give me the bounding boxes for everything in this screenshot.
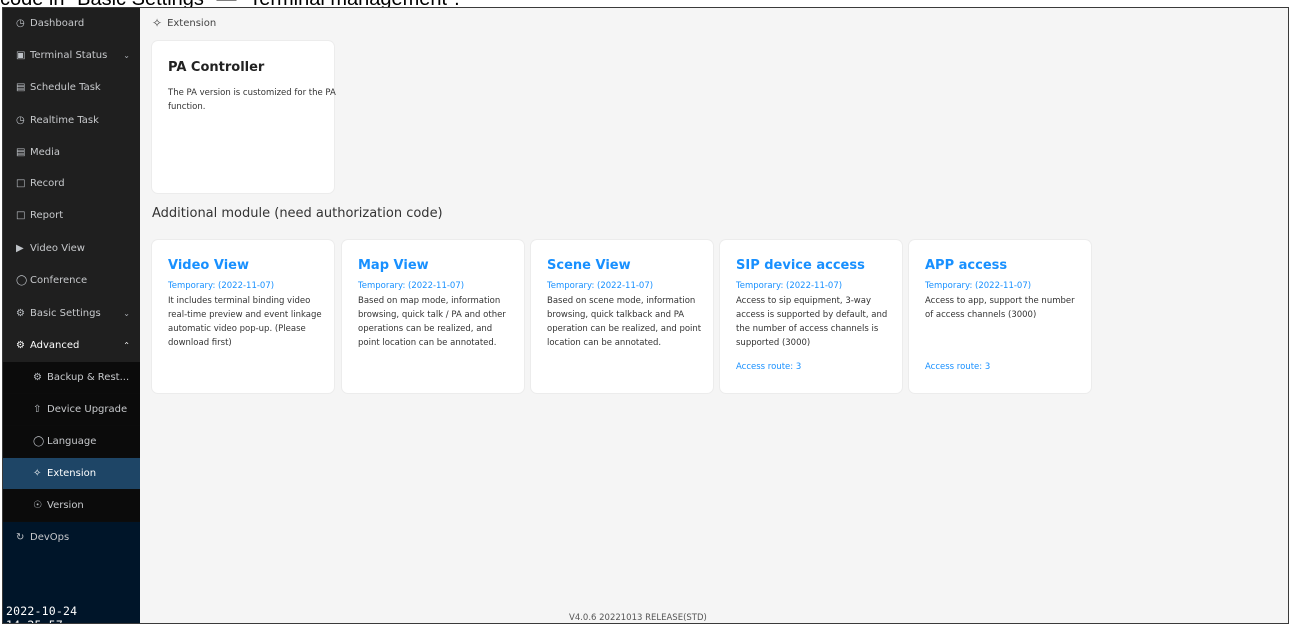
chevron-up-icon: ⌃ (123, 341, 130, 350)
module-expiry: Temporary: (2022-11-07) (547, 281, 654, 291)
breadcrumb: ✧ Extension (152, 16, 216, 30)
video-icon: ▶ (16, 243, 24, 254)
sidebar-item-label: Terminal Status (30, 50, 108, 61)
conference-icon: ◯ (16, 275, 28, 286)
pa-controller-desc: The PA version is customized for the PA … (168, 88, 336, 112)
sidebar-item-terminal-status[interactable]: ▣ Terminal Status ⌄ (3, 40, 140, 71)
sidebar-item-label: Media (30, 147, 61, 158)
module-title: SIP device access (736, 258, 865, 273)
sidebar-item-record[interactable]: □ Record (3, 168, 140, 199)
sidebar-item-label: Extension (47, 468, 97, 479)
report-icon: □ (16, 210, 26, 221)
gear-icon: ⚙ (16, 308, 25, 319)
sidebar-item-conference[interactable]: ◯ Conference (3, 265, 140, 296)
module-card-sip-device-access[interactable]: SIP device access Temporary: (2022-11-07… (720, 240, 902, 393)
sidebar-subitem-backup-restore[interactable]: ⚙ Backup & Rest... (3, 362, 140, 393)
module-expiry: Temporary: (2022-11-07) (168, 281, 275, 291)
module-access-route: Access route: 3 (925, 362, 991, 372)
sidebar-item-label: Realtime Task (30, 115, 99, 126)
sidebar-item-label: Report (30, 210, 64, 221)
sidebar-item-label: Schedule Task (30, 82, 101, 93)
module-desc: Access to app, support the number of acc… (925, 296, 1075, 320)
sidebar-item-label: Video View (30, 243, 85, 254)
module-desc: Based on map mode, information browsing,… (358, 296, 506, 348)
sidebar-item-label: Basic Settings (30, 308, 101, 319)
sidebar-item-video-view[interactable]: ▶ Video View (3, 233, 140, 264)
sidebar-item-label: Conference (30, 275, 88, 286)
media-icon: ▤ (16, 147, 26, 158)
dashboard-icon: ◷ (16, 18, 25, 29)
breadcrumb-label: Extension (167, 17, 217, 29)
globe-icon: ◯ (33, 436, 45, 447)
module-expiry: Temporary: (2022-11-07) (925, 281, 1032, 291)
sidebar-subitem-language[interactable]: ◯ Language (3, 426, 140, 457)
sidebar-item-label: Backup & Rest... (47, 372, 130, 383)
sidebar-item-realtime-task[interactable]: ◷ Realtime Task (3, 105, 140, 136)
version-footer: V4.0.6 20221013 RELEASE(STD) (569, 613, 707, 623)
sidebar-item-label: Language (47, 436, 97, 447)
sidebar: ◷ Dashboard ▣ Terminal Status ⌄ ▤ Schedu… (3, 8, 140, 623)
module-access-route: Access route: 3 (736, 362, 802, 372)
pa-controller-title: PA Controller (168, 60, 265, 75)
pa-controller-card[interactable]: PA Controller The PA version is customiz… (152, 41, 336, 193)
backup-icon: ⚙ (33, 372, 42, 383)
chevron-down-icon: ⌄ (123, 309, 130, 318)
sidebar-subitem-extension[interactable]: ✧ Extension (3, 458, 140, 489)
chevron-down-icon: ⌄ (123, 51, 130, 60)
sidebar-item-devops[interactable]: ↻ DevOps (3, 522, 140, 553)
upgrade-icon: ⇧ (33, 404, 42, 415)
record-icon: □ (16, 178, 26, 189)
module-expiry: Temporary: (2022-11-07) (358, 281, 465, 291)
sidebar-item-media[interactable]: ▤ Media (3, 137, 140, 168)
advanced-icon: ⚙ (16, 340, 25, 351)
module-card-map-view[interactable]: Map View Temporary: (2022-11-07) Based o… (342, 240, 524, 393)
app-window: ◷ Dashboard ▣ Terminal Status ⌄ ▤ Schedu… (2, 7, 1289, 624)
sidebar-item-label: Version (47, 500, 84, 511)
sidebar-item-schedule-task[interactable]: ▤ Schedule Task (3, 72, 140, 103)
clock-icon: ◷ (16, 115, 25, 126)
module-title: APP access (925, 258, 1008, 273)
calendar-icon: ▤ (16, 82, 26, 93)
module-desc: It includes terminal binding video real-… (168, 296, 322, 348)
info-icon: ☉ (33, 500, 42, 511)
devops-icon: ↻ (16, 532, 25, 543)
module-desc: Based on scene mode, information browsin… (547, 296, 702, 348)
module-expiry: Temporary: (2022-11-07) (736, 281, 843, 291)
section-title: Additional module (need authorization co… (152, 206, 443, 221)
sidebar-item-advanced[interactable]: ⚙ Advanced ⌃ (3, 330, 140, 361)
sidebar-item-dashboard[interactable]: ◷ Dashboard (3, 8, 140, 39)
sidebar-subitem-device-upgrade[interactable]: ⇧ Device Upgrade (3, 394, 140, 425)
sidebar-item-basic-settings[interactable]: ⚙ Basic Settings ⌄ (3, 298, 140, 329)
module-title: Map View (358, 258, 429, 273)
sidebar-subitem-version[interactable]: ☉ Version (3, 490, 140, 521)
sidebar-item-label: Record (30, 178, 65, 189)
module-title: Video View (168, 258, 249, 273)
module-card-app-access[interactable]: APP access Temporary: (2022-11-07) Acces… (909, 240, 1091, 393)
puzzle-icon: ✧ (33, 468, 42, 479)
system-clock: 2022-10-24 14:25:57 (6, 604, 78, 623)
puzzle-icon: ✧ (152, 16, 163, 30)
sidebar-item-label: DevOps (30, 532, 70, 543)
sidebar-item-report[interactable]: □ Report (3, 200, 140, 231)
module-card-scene-view[interactable]: Scene View Temporary: (2022-11-07) Based… (531, 240, 713, 393)
module-card-video-view[interactable]: Video View Temporary: (2022-11-07) It in… (152, 240, 334, 393)
monitor-icon: ▣ (16, 50, 26, 61)
sidebar-item-label: Dashboard (30, 18, 85, 29)
sidebar-item-label: Device Upgrade (47, 404, 128, 415)
module-title: Scene View (547, 258, 631, 273)
module-desc: Access to sip equipment, 3-way access is… (736, 296, 888, 348)
sidebar-item-label: Advanced (30, 340, 80, 351)
